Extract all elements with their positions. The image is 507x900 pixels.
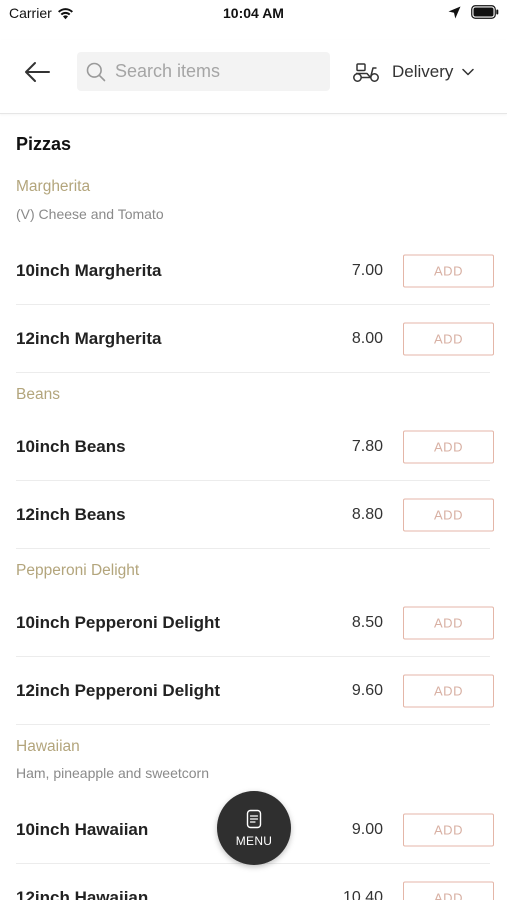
menu-item-row: 10inch Pepperoni Delight 8.50 ADD xyxy=(0,589,507,657)
item-price: 9.00 xyxy=(351,821,383,838)
add-button[interactable]: ADD xyxy=(403,674,494,708)
item-name: 12inch Pepperoni Delight xyxy=(16,681,221,700)
category-title-hawaiian: Hawaiian xyxy=(16,738,80,755)
item-price: 10.40 xyxy=(342,889,383,900)
divider xyxy=(16,372,490,373)
scooter-icon xyxy=(353,63,379,82)
item-name: 12inch Beans xyxy=(16,505,126,524)
menu-item-row: 12inch Margherita 8.00 ADD xyxy=(0,305,507,373)
item-price: 9.60 xyxy=(351,682,383,699)
item-name: 12inch Hawaiian xyxy=(16,888,149,900)
menu-item-row: 10inch Beans 7.80 ADD xyxy=(0,413,507,481)
item-name: 12inch Margherita xyxy=(16,329,162,348)
add-button[interactable]: ADD xyxy=(403,254,494,288)
menu-item-row: 12inch Beans 8.80 ADD xyxy=(0,481,507,549)
menu-item-row: 12inch Hawaiian 10.40 ADD xyxy=(0,864,507,900)
status-time: 10:04 AM xyxy=(223,5,284,21)
add-button[interactable]: ADD xyxy=(403,430,494,464)
item-name: 10inch Pepperoni Delight xyxy=(16,613,221,632)
back-button[interactable] xyxy=(20,57,54,87)
menu-fab-button[interactable]: MENU xyxy=(217,791,291,865)
menu-fab-label: MENU xyxy=(235,833,273,848)
add-button[interactable]: ADD xyxy=(403,498,494,532)
menu-list[interactable]: Pizzas Margherita (V) Cheese and Tomato … xyxy=(0,115,507,900)
divider xyxy=(16,548,490,549)
category-description-hawaiian: Ham, pineapple and sweetcorn xyxy=(16,765,210,781)
add-button[interactable]: ADD xyxy=(403,322,494,356)
battery-icon xyxy=(471,5,499,19)
delivery-label: Delivery xyxy=(392,62,454,81)
divider xyxy=(16,724,490,725)
arrow-left-icon xyxy=(25,62,50,82)
item-price: 8.00 xyxy=(351,330,383,347)
category-title-pepperoni-delight: Pepperoni Delight xyxy=(16,562,140,579)
status-icons xyxy=(448,5,499,19)
status-bar: Carrier 10:04 AM xyxy=(0,0,507,30)
menu-card-icon xyxy=(246,809,262,828)
item-price: 7.00 xyxy=(351,262,383,279)
item-price: 8.80 xyxy=(351,506,383,523)
add-button[interactable]: ADD xyxy=(403,813,494,847)
add-button[interactable]: ADD xyxy=(403,881,494,900)
add-button[interactable]: ADD xyxy=(403,606,494,640)
category-description-margherita: (V) Cheese and Tomato xyxy=(16,206,164,222)
location-arrow-icon xyxy=(448,6,461,18)
item-price: 7.80 xyxy=(351,438,383,455)
search-input[interactable] xyxy=(115,61,315,82)
menu-item-row: 10inch Margherita 7.00 ADD xyxy=(0,237,507,305)
category-title-margherita: Margherita xyxy=(16,178,91,195)
top-navigation-bar: Delivery xyxy=(0,40,507,114)
section-title: Pizzas xyxy=(16,134,72,154)
category-title-beans: Beans xyxy=(16,386,60,403)
menu-item-row: 12inch Pepperoni Delight 9.60 ADD xyxy=(0,657,507,725)
item-name: 10inch Beans xyxy=(16,437,126,456)
delivery-mode-selector[interactable]: Delivery xyxy=(352,58,475,86)
search-bar[interactable] xyxy=(77,52,330,91)
chevron-down-icon xyxy=(462,68,475,76)
item-name: 10inch Margherita xyxy=(16,261,162,280)
item-name: 10inch Hawaiian xyxy=(16,820,149,839)
item-price: 8.50 xyxy=(351,614,383,631)
search-icon xyxy=(86,62,106,81)
